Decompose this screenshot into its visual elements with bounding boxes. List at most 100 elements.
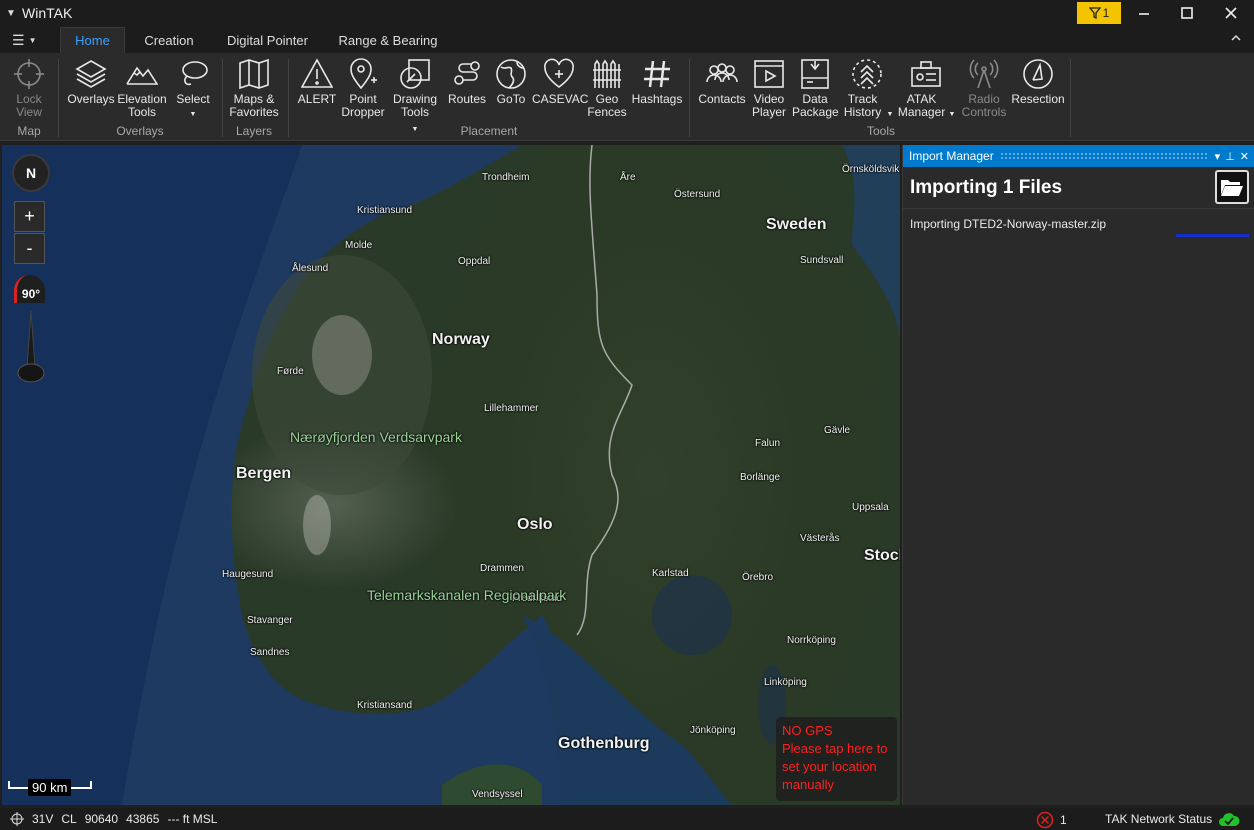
resection-button[interactable]: Resection (1010, 57, 1066, 106)
map-label: Kristiansand (357, 700, 413, 711)
error-indicator[interactable]: 1 (1036, 811, 1067, 829)
zoom-out-button[interactable]: - (14, 233, 45, 264)
map-label: Kristiansund (357, 205, 413, 216)
goto-button[interactable]: GoTo (490, 57, 532, 106)
status-bar: 31V CL 90640 43865 --- ft MSL 1 TAK Netw… (0, 808, 1254, 830)
alert-button[interactable]: ALERT (296, 57, 338, 106)
network-status[interactable]: TAK Network Status (1105, 811, 1240, 827)
open-folder-button[interactable] (1215, 170, 1249, 204)
zoom-in-button[interactable]: + (14, 201, 45, 232)
group-label-map: Map (17, 124, 41, 138)
routes-button[interactable]: Routes (444, 57, 490, 106)
error-icon (1036, 811, 1054, 829)
package-icon (801, 59, 829, 89)
close-icon[interactable]: ✕ (1240, 150, 1249, 163)
map-label: Sandnes (250, 647, 290, 658)
no-gps-warning[interactable]: NO GPS Please tap here to set your locat… (776, 717, 897, 801)
panel-title: Import Manager (909, 149, 994, 163)
data-package-label: Data Package (792, 92, 839, 119)
grid-zone: 31V (32, 812, 54, 826)
pin-icon[interactable]: ⊥ (1225, 150, 1235, 163)
map-label: Jönköping (690, 725, 736, 736)
select-button[interactable]: Select ▼ (170, 57, 216, 121)
map-label: Sundsvall (800, 255, 844, 266)
casevac-button[interactable]: CASEVAC (532, 57, 588, 106)
map-label: Nærøyfjorden Verdsarvpark (290, 429, 462, 445)
tilt-slider[interactable] (16, 311, 46, 383)
hamburger-icon: ☰ (12, 31, 25, 48)
drawing-tools-label: Drawing Tools (392, 92, 437, 119)
data-package-button[interactable]: Data Package (790, 57, 840, 119)
dropdown-caret-icon: ▼ (189, 111, 197, 118)
network-status-label: TAK Network Status (1105, 812, 1213, 826)
cloud-check-icon (1219, 813, 1240, 826)
notification-count: 1 (1102, 6, 1110, 20)
resection-icon (1023, 59, 1053, 89)
grid-square: CL (61, 812, 77, 826)
video-player-button[interactable]: Video Player (748, 57, 790, 119)
panel-drag-handle[interactable] (999, 152, 1209, 160)
tab-home[interactable]: Home (60, 27, 125, 53)
northing: 43865 (126, 812, 160, 826)
elevation-tools-label: Elevation Tools (117, 92, 167, 119)
close-icon (1225, 7, 1237, 19)
tab-digital-pointer[interactable]: Digital Pointer (220, 27, 315, 53)
map-label: Norrköping (787, 635, 836, 646)
lasso-icon (182, 61, 208, 86)
resection-label: Resection (1011, 92, 1065, 106)
map-label: Trondheim (482, 172, 530, 183)
tilt-indicator[interactable]: 90° (14, 275, 45, 303)
map-label: Molde (345, 240, 373, 251)
elevation-tools-button[interactable]: Elevation Tools (116, 57, 168, 119)
drawing-tools-icon (400, 59, 430, 89)
minimize-icon (1139, 13, 1149, 15)
hashtags-button[interactable]: Hashtags (630, 57, 684, 106)
contacts-icon (706, 63, 738, 83)
tab-range-bearing[interactable]: Range & Bearing (333, 27, 443, 53)
chevron-down-icon: ▼ (28, 35, 37, 45)
atak-manager-button[interactable]: ATAK Manager ▼ (896, 57, 956, 121)
gps-line: Please tap here to (782, 741, 888, 756)
globe-icon (496, 59, 526, 89)
lock-view-button[interactable]: Lock View (4, 57, 54, 119)
maps-favorites-button[interactable]: Maps & Favorites (226, 57, 282, 119)
map-label: Drammen (480, 563, 524, 574)
geo-fences-button[interactable]: Geo Fences (586, 57, 628, 119)
close-button[interactable] (1211, 0, 1251, 26)
map-label: Førde (277, 366, 304, 377)
track-history-button[interactable]: Track History ▼ (840, 57, 894, 121)
map-label: Borlänge (740, 472, 781, 483)
maximize-button[interactable] (1167, 0, 1207, 26)
group-label-tools: Tools (866, 124, 895, 138)
map-view[interactable]: Norway Sweden Bergen Oslo Gothenburg Sto… (2, 145, 900, 805)
notification-badge[interactable]: 1 (1077, 2, 1121, 24)
video-player-label: Video Player (751, 92, 786, 119)
gps-line: NO GPS (782, 723, 833, 738)
main-menu-button[interactable]: ☰ ▼ (12, 30, 46, 50)
group-separator (689, 59, 690, 137)
map-label: Ålesund (292, 263, 329, 274)
collapse-ribbon-icon[interactable] (1230, 32, 1242, 44)
overlays-button[interactable]: Overlays (64, 57, 118, 106)
coordinate-readout[interactable]: 31V CL 90640 43865 --- ft MSL (10, 812, 217, 826)
layers-icon (75, 60, 107, 88)
easting: 90640 (84, 812, 119, 826)
goto-label: GoTo (496, 92, 526, 106)
tab-creation[interactable]: Creation (135, 27, 203, 53)
map-label: Bergen (236, 465, 292, 482)
chevron-down-icon[interactable]: ▾ (1215, 150, 1221, 163)
fence-icon (593, 59, 621, 88)
map-label: Östersund (674, 189, 721, 200)
map-label: Gothenburg (558, 735, 650, 752)
contacts-button[interactable]: Contacts (696, 57, 748, 106)
point-dropper-button[interactable]: Point Dropper (338, 57, 388, 119)
alert-triangle-icon (301, 58, 333, 88)
map-label: Lillehammer (484, 403, 539, 414)
compass-button[interactable]: N (12, 154, 50, 192)
minimize-button[interactable] (1124, 0, 1164, 26)
radio-controls-button[interactable]: Radio Controls (958, 57, 1010, 119)
radio-controls-label: Radio Controls (961, 92, 1007, 119)
panel-header: Import Manager ▾ ⊥ ✕ (903, 145, 1254, 167)
app-menu-icon[interactable]: ▼ (6, 8, 20, 19)
hashtag-icon (644, 60, 670, 88)
